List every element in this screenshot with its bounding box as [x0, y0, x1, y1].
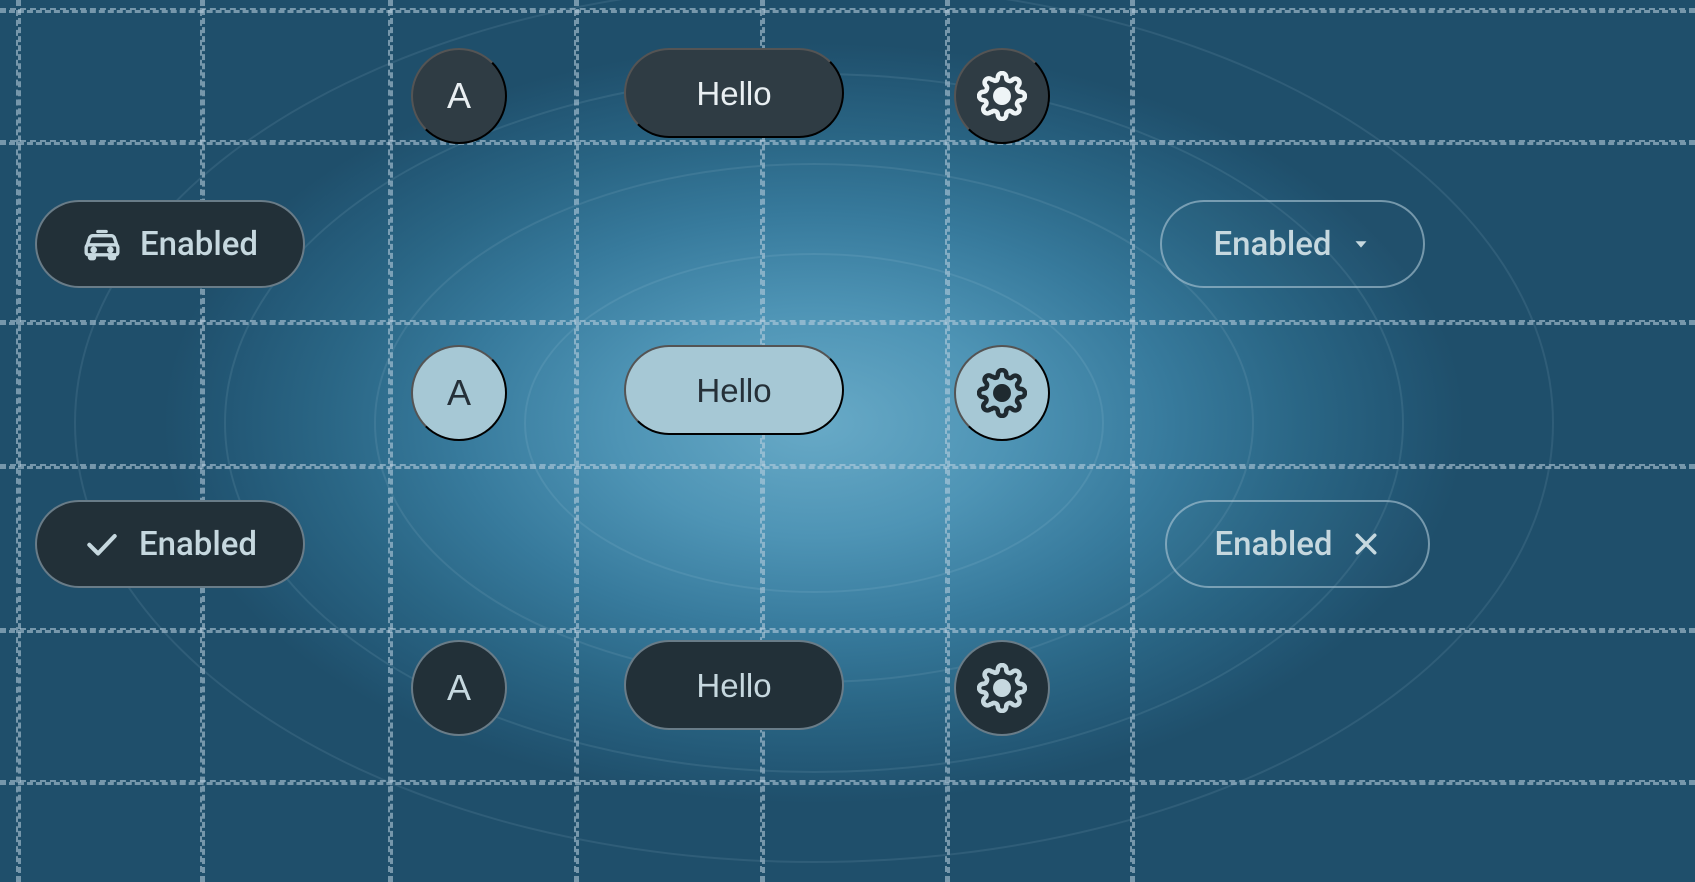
avatar-letter-button-outlined[interactable]: A	[411, 640, 507, 736]
check-icon	[83, 525, 121, 563]
hello-pill-label-selected: Hello	[696, 374, 771, 407]
avatar-letter-label-outlined: A	[447, 670, 471, 706]
chip-check-enabled-label: Enabled	[139, 528, 257, 561]
gear-icon	[977, 663, 1027, 713]
settings-icon-button[interactable]	[954, 48, 1050, 144]
gear-icon	[977, 368, 1027, 418]
chip-close-enabled-label: Enabled	[1214, 528, 1332, 561]
chip-check-enabled[interactable]: Enabled	[35, 500, 305, 588]
chip-dropdown-enabled[interactable]: Enabled	[1160, 200, 1425, 288]
avatar-letter-label: A	[447, 78, 471, 114]
hello-pill-button-selected[interactable]: Hello	[624, 345, 844, 435]
settings-icon-button-selected[interactable]	[954, 345, 1050, 441]
hello-pill-button-outlined[interactable]: Hello	[624, 640, 844, 730]
chip-close-enabled[interactable]: Enabled	[1165, 500, 1430, 588]
chip-car-enabled-label: Enabled	[140, 228, 258, 261]
gear-icon	[977, 71, 1027, 121]
component-showcase: A Hello Enabled	[0, 0, 1695, 882]
chip-car-enabled[interactable]: Enabled	[35, 200, 305, 288]
hello-pill-label-outlined: Hello	[696, 669, 771, 702]
car-icon	[82, 224, 122, 264]
hello-pill-label: Hello	[696, 77, 771, 110]
close-icon	[1351, 529, 1381, 559]
avatar-letter-button[interactable]: A	[411, 48, 507, 144]
caret-down-icon	[1350, 233, 1372, 255]
avatar-letter-button-selected[interactable]: A	[411, 345, 507, 441]
settings-icon-button-outlined[interactable]	[954, 640, 1050, 736]
avatar-letter-label-selected: A	[447, 375, 471, 411]
hello-pill-button[interactable]: Hello	[624, 48, 844, 138]
chip-dropdown-enabled-label: Enabled	[1213, 228, 1331, 261]
